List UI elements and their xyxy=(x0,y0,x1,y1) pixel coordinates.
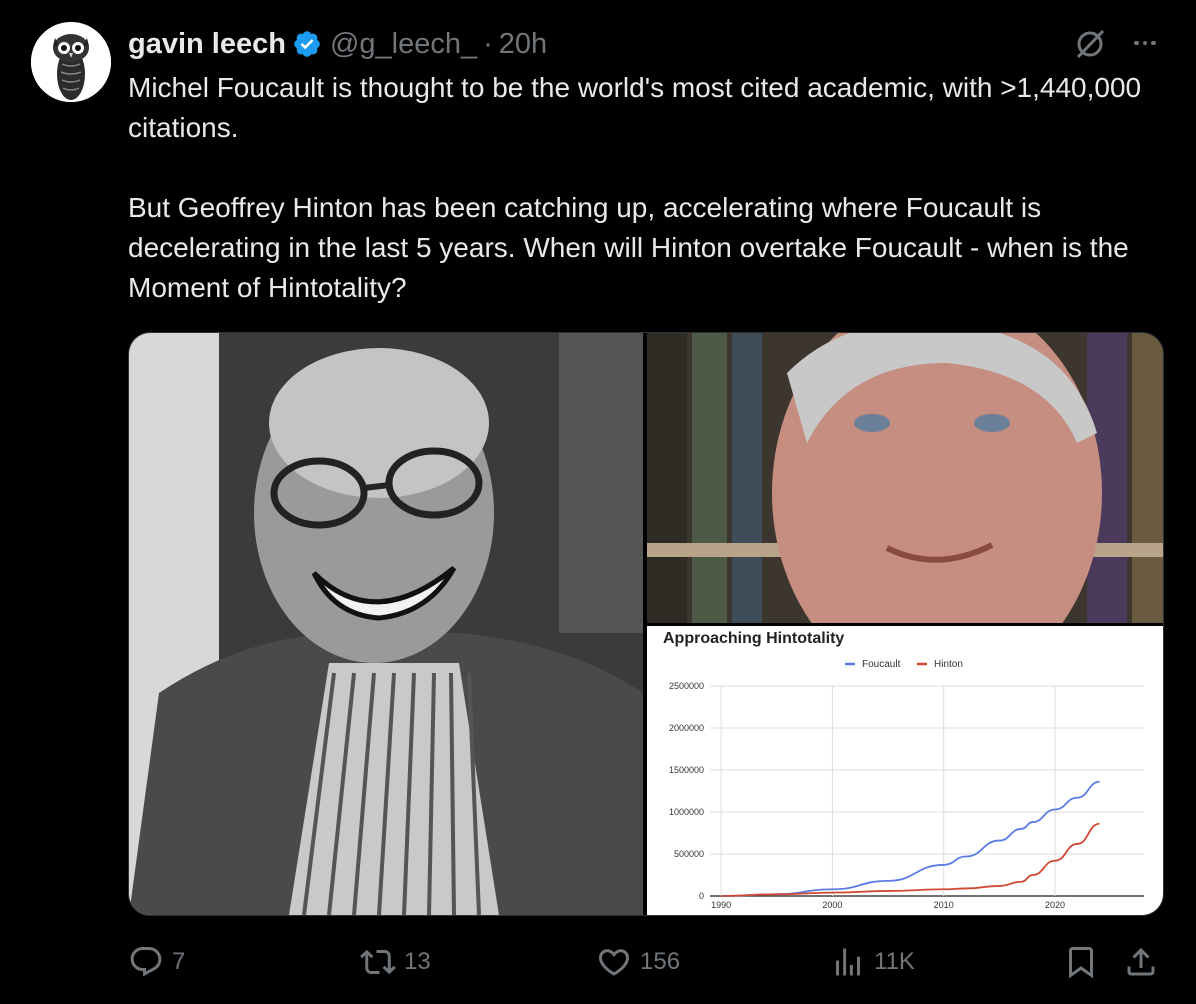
share-icon xyxy=(1127,947,1155,976)
heart-icon xyxy=(598,949,630,976)
author-name[interactable]: gavin leech xyxy=(128,28,286,61)
chart-svg: Approaching Hintotality Foucault Hinton 0… xyxy=(663,630,1144,910)
separator-dot: · xyxy=(483,27,493,60)
tweet-text: Michel Foucault is thought to be the wor… xyxy=(128,68,1168,308)
reply-button[interactable]: 7 xyxy=(128,938,185,986)
y-tick-label: 500000 xyxy=(674,849,704,859)
y-tick-label: 1000000 xyxy=(669,807,704,817)
views-button[interactable]: 11K xyxy=(830,938,915,986)
grok-icon[interactable] xyxy=(1072,26,1108,62)
reply-icon xyxy=(130,947,162,977)
tweet-header: gavin leech @g_leech_ · 20h xyxy=(128,24,547,64)
legend-label: Foucault xyxy=(862,659,901,670)
tweet-paragraph: But Geoffrey Hinton has been catching up… xyxy=(128,192,1129,303)
tweet-paragraph: Michel Foucault is thought to be the wor… xyxy=(128,72,1142,143)
x-tick-label: 2010 xyxy=(934,900,954,910)
like-count: 156 xyxy=(640,948,681,975)
timestamp[interactable]: 20h xyxy=(499,28,547,61)
chart-legend: Foucault Hinton xyxy=(845,659,963,670)
bookmark-button[interactable] xyxy=(1063,938,1099,986)
hinton-photo[interactable] xyxy=(647,333,1163,693)
analytics-icon xyxy=(836,948,860,976)
y-tick-label: 0 xyxy=(699,891,704,901)
chart-lines xyxy=(721,780,1100,897)
action-bar: 7 13 156 11K xyxy=(128,938,1168,986)
bookmark-icon xyxy=(1069,947,1093,979)
y-tick-label: 2000000 xyxy=(669,723,704,733)
x-tick-label: 2000 xyxy=(822,900,842,910)
x-tick-label: 2020 xyxy=(1045,900,1065,910)
legend-label: Hinton xyxy=(934,659,963,670)
like-button[interactable]: 156 xyxy=(596,938,680,986)
retweet-button[interactable]: 13 xyxy=(360,938,431,986)
line-chart[interactable]: Approaching Hintotality Foucault Hinton 0… xyxy=(647,626,1163,915)
more-options-icon[interactable] xyxy=(1127,30,1163,56)
media-grid: Approaching Hintotality Foucault Hinton 0… xyxy=(128,332,1164,916)
chart-ticks: 0 500000 1000000 1500000 2000000 2500000 1990 2… xyxy=(669,681,1065,910)
verified-badge-icon[interactable] xyxy=(292,29,322,59)
author-handle[interactable]: @g_leech_ xyxy=(330,28,477,61)
share-button[interactable] xyxy=(1123,938,1159,986)
author-avatar[interactable] xyxy=(31,22,111,102)
reply-count: 7 xyxy=(172,948,186,975)
series-line-hinton xyxy=(721,822,1100,897)
y-tick-label: 2500000 xyxy=(669,681,704,691)
views-count: 11K xyxy=(874,948,915,975)
series-line-foucault xyxy=(721,780,1100,897)
y-tick-label: 1500000 xyxy=(669,765,704,775)
chart-title: Approaching Hintotality xyxy=(663,630,844,647)
x-tick-label: 1990 xyxy=(711,900,731,910)
retweet-count: 13 xyxy=(404,948,431,975)
retweet-icon xyxy=(360,949,396,975)
owl-avatar-icon xyxy=(31,22,111,102)
foucault-photo[interactable] xyxy=(129,333,643,915)
chart-grid xyxy=(710,685,1144,897)
